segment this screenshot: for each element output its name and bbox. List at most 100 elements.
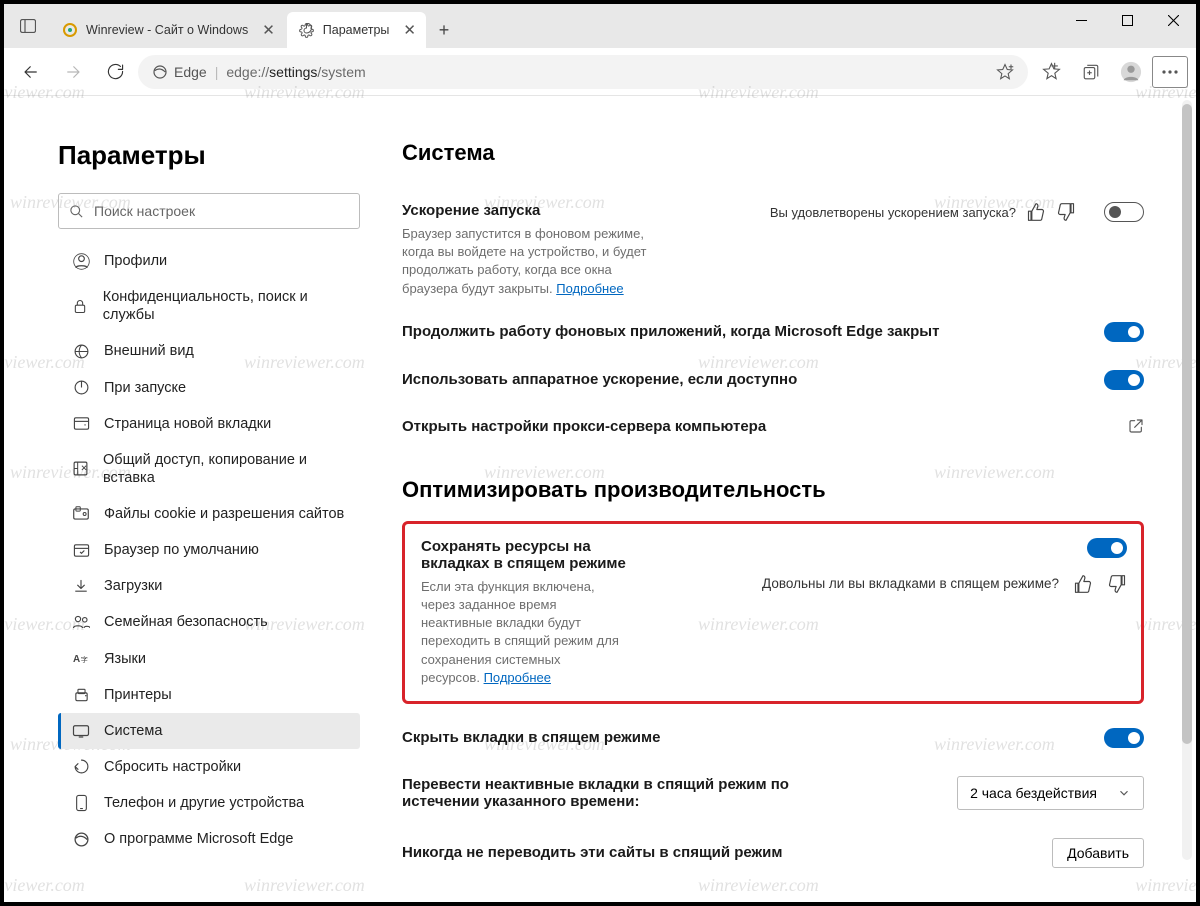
setting-title: Ускорение запуска xyxy=(402,202,652,219)
sidebar-item-9[interactable]: Семейная безопасность xyxy=(58,604,360,640)
toggle-fade-sleeping[interactable] xyxy=(1104,728,1144,748)
sleep-timeout-select[interactable]: 2 часа бездействия xyxy=(957,776,1144,810)
toolbar-right xyxy=(1032,53,1188,91)
favorite-star-icon[interactable] xyxy=(996,63,1014,81)
nav-label: Загрузки xyxy=(104,577,162,595)
search-icon xyxy=(69,204,84,219)
sidebar-item-15[interactable]: О программе Microsoft Edge xyxy=(58,821,360,857)
edge-icon xyxy=(152,64,168,80)
highlight-sleeping-tabs: Сохранять ресурсы на вкладках в спящем р… xyxy=(402,521,1144,704)
row-proxy-settings[interactable]: Открыть настройки прокси-сервера компьют… xyxy=(402,404,1144,449)
search-input[interactable]: Поиск настроек xyxy=(58,193,360,229)
row-never-sleep: Никогда не переводить эти сайты в спящий… xyxy=(402,824,1144,882)
close-tab-icon[interactable]: ✕ xyxy=(256,21,275,39)
address-bar[interactable]: Edge | edge://settings/system xyxy=(138,55,1028,89)
thumbs-down-icon[interactable] xyxy=(1056,202,1076,222)
toolbar: Edge | edge://settings/system xyxy=(4,48,1196,96)
close-window-button[interactable] xyxy=(1150,4,1196,36)
back-button[interactable] xyxy=(12,53,50,91)
sidebar-item-5[interactable]: Общий доступ, копирование и вставка xyxy=(58,442,360,496)
sidebar-item-2[interactable]: Внешний вид xyxy=(58,333,360,369)
nav-label: При запуске xyxy=(104,379,186,397)
row-startup-boost: Ускорение запуска Браузер запустится в ф… xyxy=(402,192,1144,308)
favicon-icon xyxy=(62,22,78,38)
nav-label: Общий доступ, копирование и вставка xyxy=(103,451,346,487)
thumbs-up-icon[interactable] xyxy=(1026,202,1046,222)
select-value: 2 часа бездействия xyxy=(970,785,1097,801)
learn-more-link[interactable]: Подробнее xyxy=(556,281,623,296)
nav-label: Языки xyxy=(104,650,146,668)
tab-title: Winreview - Сайт о Windows xyxy=(86,23,248,37)
nav-icon: A字 xyxy=(72,651,90,666)
chevron-down-icon xyxy=(1117,786,1131,800)
sidebar-item-13[interactable]: Сбросить настройки xyxy=(58,749,360,785)
setting-title: Открыть настройки прокси-сервера компьют… xyxy=(402,418,1128,435)
url-prefix: edge:// xyxy=(226,64,269,80)
nav-icon xyxy=(72,794,90,812)
tab-actions-button[interactable] xyxy=(10,8,46,44)
sidebar-item-1[interactable]: Конфиденциальность, поиск и службы xyxy=(58,279,360,333)
nav-label: Конфиденциальность, поиск и службы xyxy=(103,288,346,324)
url-path: /system xyxy=(317,64,365,80)
svg-text:字: 字 xyxy=(80,655,87,664)
setting-title: Скрыть вкладки в спящем режиме xyxy=(402,729,1092,746)
setting-title: Сохранять ресурсы на вкладках в спящем р… xyxy=(421,538,631,572)
favorites-button[interactable] xyxy=(1032,53,1070,91)
nav-icon xyxy=(72,543,90,558)
feedback-block: Вы удовлетворены ускорением запуска? xyxy=(770,202,1076,222)
tab-settings[interactable]: Параметры ✕ xyxy=(287,12,426,48)
section-heading-system: Система xyxy=(402,140,1144,166)
separator: | xyxy=(215,64,219,80)
toggle-startup-boost[interactable] xyxy=(1104,202,1144,222)
nav-label: Профили xyxy=(104,252,167,270)
setting-title: Продолжить работу фоновых приложений, ко… xyxy=(402,323,1092,340)
maximize-button[interactable] xyxy=(1104,4,1150,36)
setting-desc: Браузер запустится в фоновом режиме, ког… xyxy=(402,225,652,298)
sidebar-item-14[interactable]: Телефон и другие устройства xyxy=(58,785,360,821)
nav-icon xyxy=(72,724,90,738)
sidebar-item-6[interactable]: Файлы cookie и разрешения сайтов xyxy=(58,496,360,532)
sidebar-item-11[interactable]: Принтеры xyxy=(58,677,360,713)
thumbs-down-icon[interactable] xyxy=(1107,574,1127,594)
nav-label: Телефон и другие устройства xyxy=(104,794,304,812)
learn-more-link[interactable]: Подробнее xyxy=(484,670,551,685)
toggle-hw-accel[interactable] xyxy=(1104,370,1144,390)
sidebar-item-3[interactable]: При запуске xyxy=(58,370,360,406)
setting-title: Перевести неактивные вкладки в спящий ре… xyxy=(402,776,822,810)
sidebar-item-7[interactable]: Браузер по умолчанию xyxy=(58,532,360,568)
refresh-button[interactable] xyxy=(96,53,134,91)
more-menu-button[interactable] xyxy=(1152,56,1188,88)
content: Параметры Поиск настроек ПрофилиКонфиден… xyxy=(4,96,1196,902)
toggle-background-apps[interactable] xyxy=(1104,322,1144,342)
sidebar-item-8[interactable]: Загрузки xyxy=(58,568,360,604)
feedback-text: Вы удовлетворены ускорением запуска? xyxy=(770,205,1016,220)
row-sleep-timeout: Перевести неактивные вкладки в спящий ре… xyxy=(402,762,1144,824)
minimize-button[interactable] xyxy=(1058,4,1104,36)
tab-winreview[interactable]: Winreview - Сайт о Windows ✕ xyxy=(50,12,285,48)
nav-label: Файлы cookie и разрешения сайтов xyxy=(104,505,344,523)
nav-icon xyxy=(72,506,90,522)
sidebar-item-10[interactable]: A字 Языки xyxy=(58,641,360,677)
sidebar-item-4[interactable]: Страница новой вкладки xyxy=(58,406,360,442)
setting-desc: Если эта функция включена, через заданно… xyxy=(421,578,621,687)
collections-button[interactable] xyxy=(1072,53,1110,91)
add-site-button[interactable]: Добавить xyxy=(1052,838,1144,868)
site-identity[interactable]: Edge xyxy=(152,64,207,80)
sidebar-item-12[interactable]: Система xyxy=(58,713,360,749)
thumbs-up-icon[interactable] xyxy=(1073,574,1093,594)
close-tab-icon[interactable]: ✕ xyxy=(397,21,416,39)
nav-icon xyxy=(72,379,90,396)
forward-button[interactable] xyxy=(54,53,92,91)
nav-icon xyxy=(72,253,90,270)
sidebar-item-0[interactable]: Профили xyxy=(58,243,360,279)
sidebar: Параметры Поиск настроек ПрофилиКонфиден… xyxy=(4,96,384,902)
feedback-text: Довольны ли вы вкладками в спящем режиме… xyxy=(762,576,1059,591)
nav-label: Страница новой вкладки xyxy=(104,415,271,433)
profile-button[interactable] xyxy=(1112,53,1150,91)
nav-icon xyxy=(72,831,90,848)
settings-nav: Профили Конфиденциальность, поиск и служб… xyxy=(58,243,360,857)
setting-title: Никогда не переводить эти сайты в спящий… xyxy=(402,844,1052,861)
toggle-sleeping-tabs[interactable] xyxy=(1087,538,1127,558)
row-background-apps: Продолжить работу фоновых приложений, ко… xyxy=(402,308,1144,356)
new-tab-button[interactable]: + xyxy=(428,14,460,46)
